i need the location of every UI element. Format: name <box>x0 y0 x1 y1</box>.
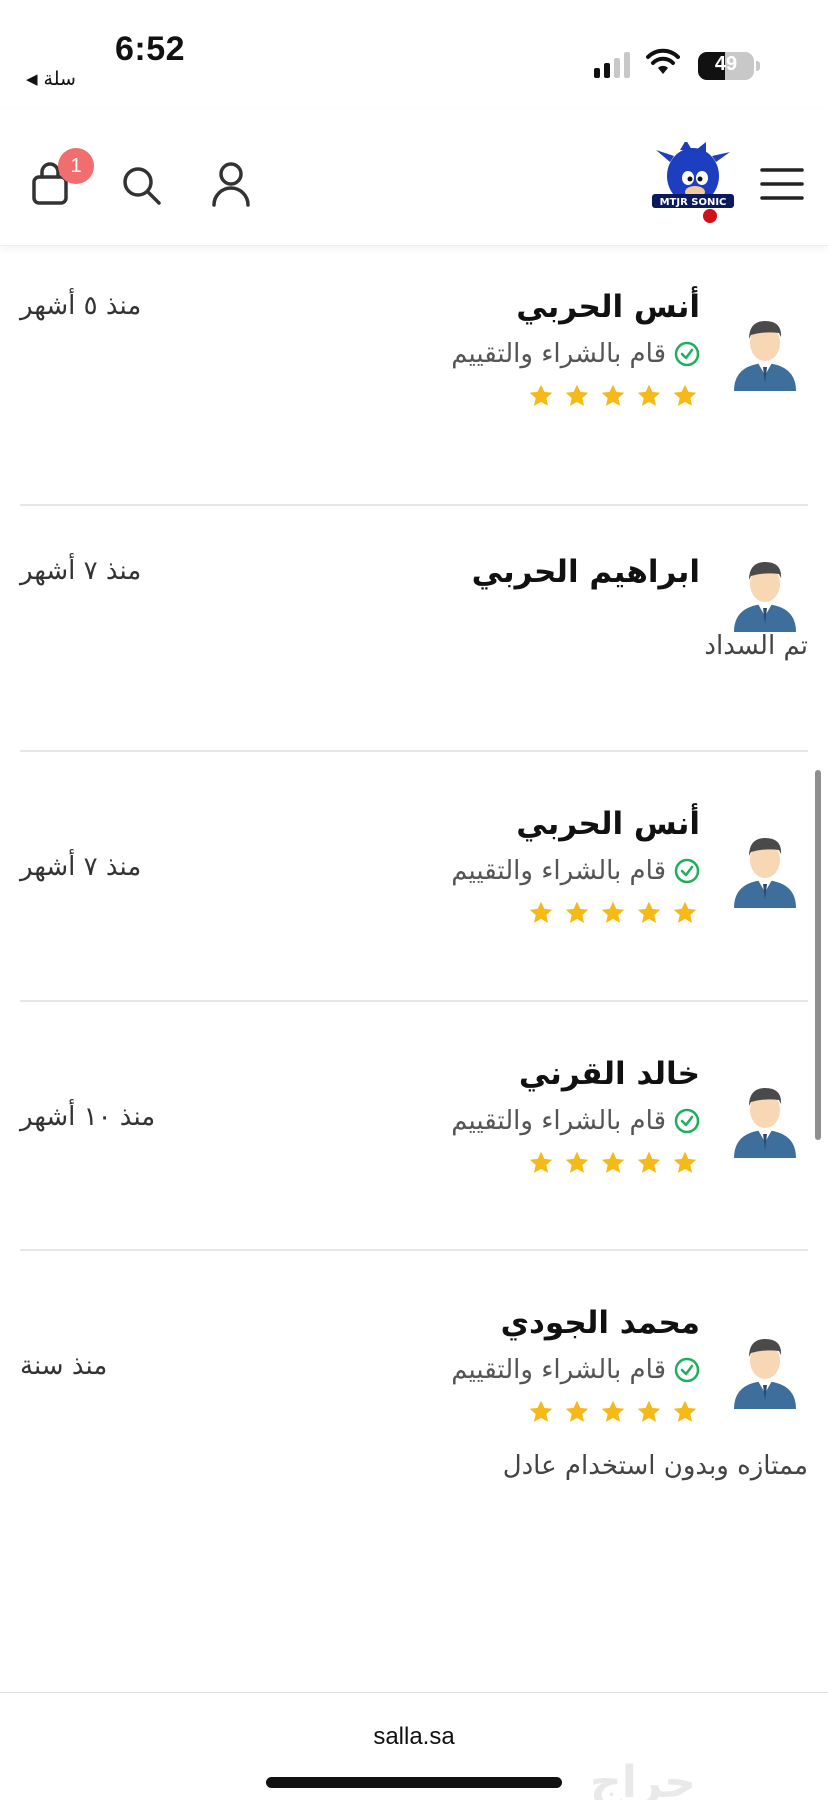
avatar <box>734 1339 796 1409</box>
reviewer-name: أنس الحربي <box>516 806 700 842</box>
review-date: منذ ٥ أشهر <box>20 291 142 321</box>
star-icon <box>529 901 553 923</box>
reviewer-name: خالد القرني <box>518 1056 700 1092</box>
store-header: 1 MTJR SONIC <box>0 110 828 246</box>
verified-check-icon <box>674 341 700 367</box>
cart-count-badge: 1 <box>58 148 94 184</box>
scrollbar[interactable] <box>815 770 821 1140</box>
menu-button[interactable] <box>758 162 806 206</box>
star-icon <box>565 1400 589 1422</box>
star-icon <box>637 901 661 923</box>
avatar <box>734 321 796 391</box>
star-icon <box>601 901 625 923</box>
verified-check-icon <box>674 858 700 884</box>
verified-check-icon <box>674 1108 700 1134</box>
star-icon <box>673 901 697 923</box>
url-field[interactable]: salla.sa <box>0 1723 828 1751</box>
star-icon <box>673 1151 697 1173</box>
review-item: أنس الحربي قام بالشراء والتقييم منذ ٥ أش… <box>0 247 828 505</box>
search-icon <box>123 167 161 205</box>
star-icon <box>565 384 589 406</box>
review-item: خالد القرني قام بالشراء والتقييم منذ ١٠ … <box>0 1002 828 1250</box>
verified-label-text: قام بالشراء والتقييم <box>451 1355 666 1385</box>
store-logo[interactable]: MTJR SONIC <box>650 142 736 226</box>
review-text: ممتازه وبدون استخدام عادل <box>502 1451 808 1481</box>
verified-label-text: قام بالشراء والتقييم <box>451 1106 666 1136</box>
star-icon <box>529 1151 553 1173</box>
avatar <box>734 562 796 632</box>
review-date: منذ سنة <box>20 1351 108 1381</box>
account-button[interactable] <box>206 158 256 210</box>
user-icon <box>212 162 250 207</box>
reviewer-name: محمد الجودي <box>500 1305 700 1341</box>
logo-text: MTJR SONIC <box>660 197 727 208</box>
back-triangle-icon: ◀ <box>26 70 38 88</box>
star-icon <box>601 1400 625 1422</box>
review-item: محمد الجودي قام بالشراء والتقييم منذ سنة… <box>0 1251 828 1539</box>
verified-buyer-label: قام بالشراء والتقييم <box>451 339 700 369</box>
star-icon <box>601 1151 625 1173</box>
review-date: منذ ٧ أشهر <box>20 852 142 882</box>
verified-buyer-label: قام بالشراء والتقييم <box>451 1106 700 1136</box>
star-icon <box>637 384 661 406</box>
cellular-signal-icon <box>594 52 630 78</box>
menu-icon <box>760 168 804 200</box>
wifi-icon <box>646 48 680 74</box>
star-icon <box>673 1400 697 1422</box>
star-icon <box>601 384 625 406</box>
verified-buyer-label: قام بالشراء والتقييم <box>451 856 700 886</box>
star-icon <box>565 1151 589 1173</box>
rating-stars <box>528 900 698 926</box>
star-icon <box>637 1400 661 1422</box>
reviewer-name: أنس الحربي <box>516 289 700 325</box>
battery-percent: 49 <box>714 53 738 75</box>
battery-icon: 49 <box>698 52 754 80</box>
rating-stars <box>528 383 698 409</box>
review-item: ابراهيم الحربي منذ ٧ أشهر تم السداد <box>0 506 828 750</box>
verified-check-icon <box>674 1357 700 1383</box>
star-icon <box>529 1400 553 1422</box>
star-icon <box>637 1151 661 1173</box>
star-icon <box>529 384 553 406</box>
browser-bottom-bar: salla.sa حراج <box>0 1692 828 1800</box>
verified-buyer-label: قام بالشراء والتقييم <box>451 1355 700 1385</box>
status-bar: 6:52 ◀ سلة 49 <box>0 0 828 110</box>
review-text: تم السداد <box>704 631 808 661</box>
reviewer-name: ابراهيم الحربي <box>471 554 700 590</box>
home-indicator[interactable] <box>266 1777 562 1788</box>
back-app-label: سلة <box>43 68 76 90</box>
rating-stars <box>528 1150 698 1176</box>
rating-stars <box>528 1399 698 1425</box>
watermark-logo: حراج <box>590 1757 696 1800</box>
battery-tip <box>756 61 760 71</box>
avatar <box>734 1088 796 1158</box>
review-date: منذ ١٠ أشهر <box>20 1102 156 1132</box>
clock: 6:52 <box>115 30 186 68</box>
star-icon <box>673 384 697 406</box>
verified-label-text: قام بالشراء والتقييم <box>451 339 666 369</box>
back-to-app-button[interactable]: ◀ سلة <box>26 68 76 90</box>
review-item: أنس الحربي قام بالشراء والتقييم منذ ٧ أش… <box>0 752 828 1000</box>
star-icon <box>565 901 589 923</box>
review-date: منذ ٧ أشهر <box>20 556 142 586</box>
search-button[interactable] <box>116 160 166 210</box>
verified-label-text: قام بالشراء والتقييم <box>451 856 666 886</box>
avatar <box>734 838 796 908</box>
